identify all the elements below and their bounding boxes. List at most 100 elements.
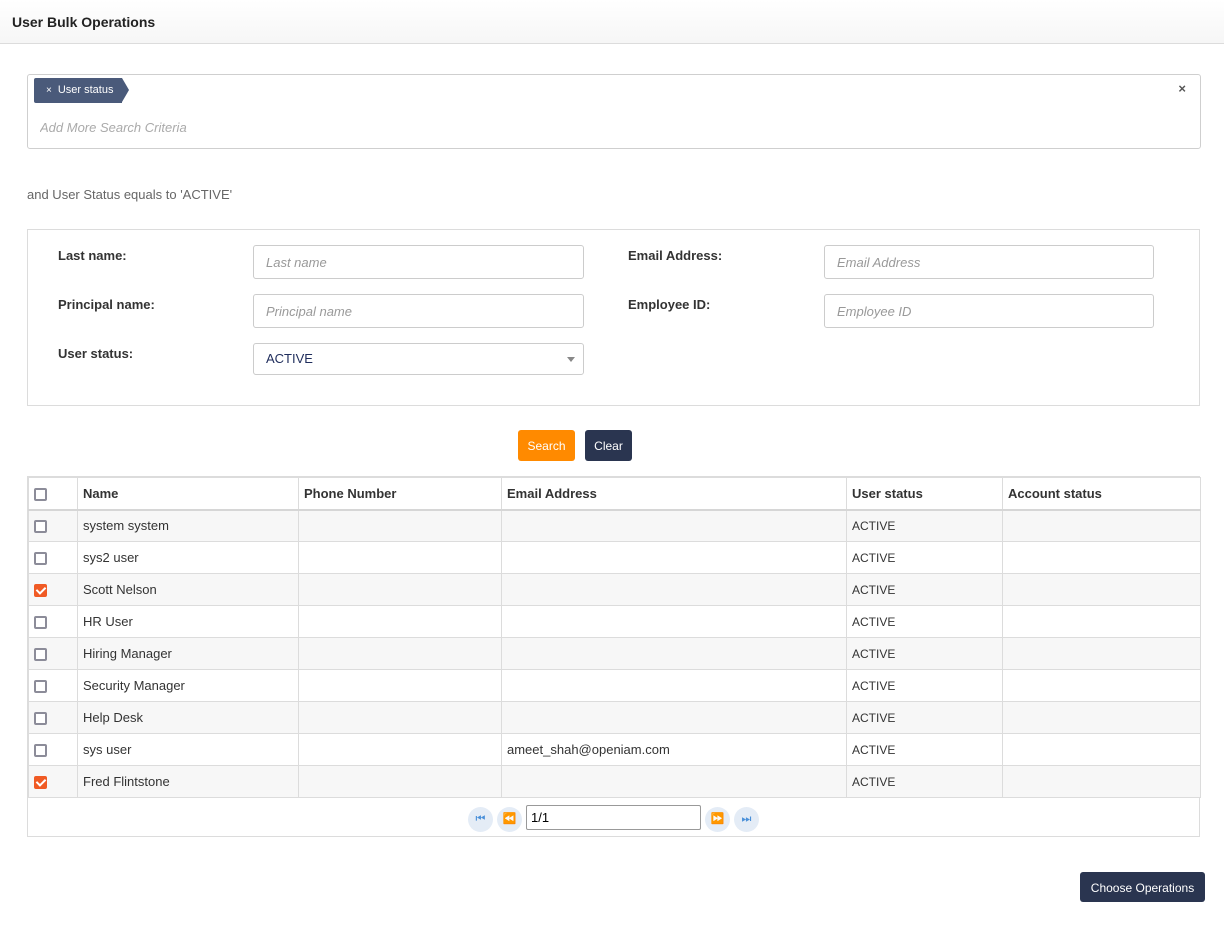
cell-phone bbox=[298, 605, 502, 638]
table-body: system system ACTIVE sys2 user ACTIVE Scott … bbox=[28, 509, 1201, 798]
criteria-tag-label: User status bbox=[57, 84, 114, 96]
table-row[interactable]: Fred Flintstone ACTIVE bbox=[28, 765, 1201, 798]
column-header-account-status[interactable]: Account status bbox=[1002, 477, 1201, 511]
cell-user-status: ACTIVE bbox=[846, 509, 1003, 542]
cell-user-status: ACTIVE bbox=[846, 765, 1003, 798]
users-table: Name Phone Number Email Address User sta… bbox=[28, 477, 1201, 798]
cell-name: sys user bbox=[77, 733, 299, 766]
row-select-cell bbox=[28, 637, 78, 670]
filter-summary: and User Status equals to 'ACTIVE' bbox=[27, 187, 233, 202]
table-row[interactable]: HR User ACTIVE bbox=[28, 605, 1201, 638]
column-header-name[interactable]: Name bbox=[77, 477, 299, 511]
row-select-cell bbox=[28, 669, 78, 702]
remove-tag-icon[interactable]: × bbox=[46, 85, 52, 96]
cell-email bbox=[501, 605, 847, 638]
criteria-tag-user-status[interactable]: × User status bbox=[34, 78, 131, 103]
row-select-cell bbox=[28, 573, 78, 606]
last-page-icon[interactable]: ⏭ bbox=[734, 807, 759, 832]
clear-criteria-icon[interactable]: × bbox=[1178, 81, 1186, 96]
cell-name: Fred Flintstone bbox=[77, 765, 299, 798]
cell-email bbox=[501, 701, 847, 734]
row-select-cell bbox=[28, 733, 78, 766]
row-checkbox[interactable] bbox=[34, 680, 47, 694]
table-row[interactable]: sys2 user ACTIVE bbox=[28, 541, 1201, 574]
cell-phone bbox=[298, 733, 502, 766]
search-criteria-box[interactable]: × User status × bbox=[27, 74, 1201, 149]
table-row[interactable]: Help Desk ACTIVE bbox=[28, 701, 1201, 734]
cell-phone bbox=[298, 637, 502, 670]
select-all-checkbox[interactable] bbox=[34, 487, 47, 501]
table-row[interactable]: Hiring Manager ACTIVE bbox=[28, 637, 1201, 670]
row-select-cell bbox=[28, 541, 78, 574]
cell-user-status: ACTIVE bbox=[846, 573, 1003, 606]
cell-name: sys2 user bbox=[77, 541, 299, 574]
column-header-email[interactable]: Email Address bbox=[501, 477, 847, 511]
cell-account-status bbox=[1002, 765, 1201, 798]
add-criteria-input[interactable] bbox=[38, 119, 438, 136]
cell-name: Scott Nelson bbox=[77, 573, 299, 606]
choose-operations-button[interactable]: Choose Operations » bbox=[1080, 872, 1205, 925]
row-checkbox[interactable] bbox=[34, 776, 47, 790]
cell-phone bbox=[298, 765, 502, 798]
select-all-cell bbox=[28, 477, 78, 511]
principal-name-label: Principal name: bbox=[58, 297, 155, 312]
cell-phone bbox=[298, 669, 502, 702]
page-title: User Bulk Operations bbox=[12, 14, 156, 30]
cell-user-status: ACTIVE bbox=[846, 669, 1003, 702]
cell-email bbox=[501, 669, 847, 702]
user-status-value: ACTIVE bbox=[266, 351, 313, 366]
pagination: ⏮ ⏪ ⏩ ⏭ bbox=[28, 803, 1199, 833]
last-name-input[interactable] bbox=[253, 245, 584, 279]
cell-account-status bbox=[1002, 733, 1201, 766]
table-row[interactable]: Scott Nelson ACTIVE bbox=[28, 573, 1201, 606]
email-address-input[interactable] bbox=[824, 245, 1154, 279]
cell-phone bbox=[298, 573, 502, 606]
row-checkbox[interactable] bbox=[34, 712, 47, 726]
employee-id-input[interactable] bbox=[824, 294, 1154, 328]
next-page-icon[interactable]: ⏩ bbox=[705, 807, 730, 832]
cell-account-status bbox=[1002, 637, 1201, 670]
user-status-label: User status: bbox=[58, 346, 134, 361]
users-table-container: Name Phone Number Email Address User sta… bbox=[27, 476, 1201, 837]
cell-email bbox=[501, 637, 847, 670]
page-header: User Bulk Operations bbox=[0, 0, 1224, 44]
search-button[interactable]: Search bbox=[518, 430, 575, 461]
row-select-cell bbox=[28, 509, 78, 542]
column-header-user-status[interactable]: User status bbox=[846, 477, 1003, 511]
cell-phone bbox=[298, 701, 502, 734]
table-row[interactable]: sys user ameet_shah@openiam.com ACTIVE bbox=[28, 733, 1201, 766]
cell-account-status bbox=[1002, 573, 1201, 606]
cell-name: system system bbox=[77, 509, 299, 542]
row-checkbox[interactable] bbox=[34, 552, 47, 566]
first-page-icon[interactable]: ⏮ bbox=[468, 807, 493, 832]
cell-phone bbox=[298, 541, 502, 574]
cell-name: Hiring Manager bbox=[77, 637, 299, 670]
cell-user-status: ACTIVE bbox=[846, 701, 1003, 734]
clear-button[interactable]: Clear bbox=[585, 430, 632, 461]
prev-page-icon[interactable]: ⏪ bbox=[497, 807, 522, 832]
cell-account-status bbox=[1002, 541, 1201, 574]
row-checkbox[interactable] bbox=[34, 520, 47, 534]
principal-name-input[interactable] bbox=[253, 294, 584, 328]
row-checkbox[interactable] bbox=[34, 648, 47, 662]
search-form: Last name: Principal name: User status: … bbox=[27, 229, 1200, 406]
cell-user-status: ACTIVE bbox=[846, 637, 1003, 670]
employee-id-label: Employee ID: bbox=[628, 297, 711, 312]
row-checkbox[interactable] bbox=[34, 616, 47, 630]
cell-phone bbox=[298, 509, 502, 542]
row-checkbox[interactable] bbox=[34, 744, 47, 758]
row-select-cell bbox=[28, 765, 78, 798]
cell-user-status: ACTIVE bbox=[846, 605, 1003, 638]
user-status-select[interactable]: ACTIVE bbox=[253, 343, 584, 375]
cell-email bbox=[501, 541, 847, 574]
cell-account-status bbox=[1002, 669, 1201, 702]
page-input[interactable] bbox=[526, 805, 701, 830]
table-row[interactable]: Security Manager ACTIVE bbox=[28, 669, 1201, 702]
row-checkbox[interactable] bbox=[34, 584, 47, 598]
cell-email bbox=[501, 765, 847, 798]
row-select-cell bbox=[28, 701, 78, 734]
cell-account-status bbox=[1002, 605, 1201, 638]
column-header-phone[interactable]: Phone Number bbox=[298, 477, 502, 511]
cell-name: HR User bbox=[77, 605, 299, 638]
table-row[interactable]: system system ACTIVE bbox=[28, 509, 1201, 542]
